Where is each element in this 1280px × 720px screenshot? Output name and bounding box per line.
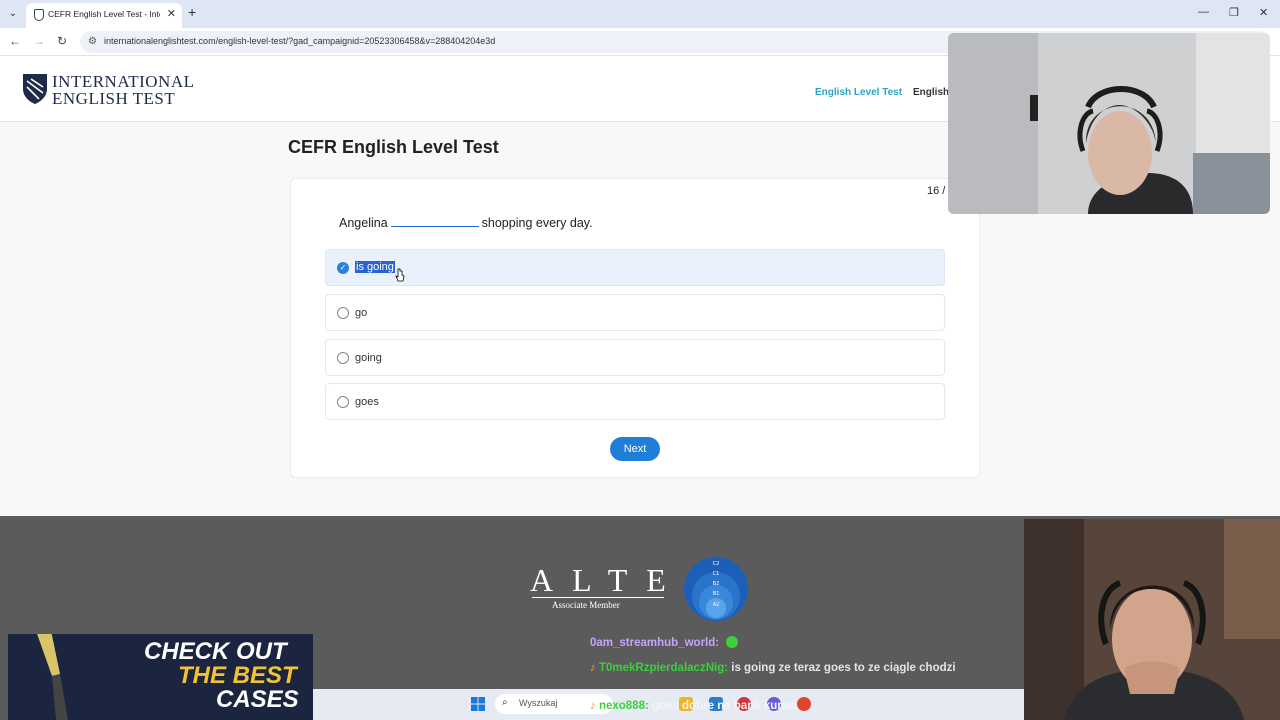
screen: ⌄ CEFR English Level Test - Intern ✕ + —… — [0, 0, 1280, 720]
browser-tab-active[interactable]: CEFR English Level Test - Intern ✕ — [26, 3, 182, 28]
new-tab-icon[interactable]: + — [188, 4, 196, 20]
answer-label: goes — [355, 396, 379, 408]
mouse-pointer-icon — [395, 268, 405, 282]
chat-text: is going ze teraz goes to ze ciągle chod… — [731, 662, 956, 674]
shield-favicon-icon — [34, 9, 44, 21]
radio-icon[interactable] — [337, 352, 349, 364]
emote-icon — [726, 636, 739, 648]
answer-label: going — [355, 352, 382, 364]
streamer-webcam-overlay — [948, 33, 1270, 214]
site-info-icon[interactable]: ⚙ — [88, 36, 97, 47]
answer-option-goes[interactable]: goes — [325, 383, 945, 420]
alte-divider — [532, 597, 664, 598]
answer-option-going[interactable]: going — [325, 339, 945, 376]
minimize-icon[interactable]: — — [1198, 6, 1209, 18]
site-logo-text[interactable]: INTERNATIONAL ENGLISH TEST — [52, 73, 194, 107]
checkmark-icon[interactable]: ✓ — [337, 262, 349, 274]
question-text: Angelina shopping every day. — [339, 216, 593, 230]
answer-option-go[interactable]: go — [325, 294, 945, 331]
alte-subtitle: Associate Member — [552, 600, 620, 610]
alte-logo-text: ALTE — [530, 562, 685, 598]
cefr-level-b2: B2 — [713, 581, 720, 587]
url-text[interactable]: internationalenglishtest.com/english-lev… — [104, 36, 495, 46]
cefr-level-a2: A2 — [713, 602, 720, 608]
guest-webcam-overlay — [1024, 519, 1280, 720]
forward-icon[interactable]: → — [33, 34, 45, 48]
cefr-level-c1: C1 — [713, 571, 720, 577]
browser-tab-bar: ⌄ CEFR English Level Test - Intern ✕ + —… — [0, 0, 1280, 28]
tab-close-icon[interactable]: ✕ — [167, 7, 176, 20]
cefr-level-b1: B1 — [713, 591, 720, 597]
cases-promo-banner: CHECK OUT THE BEST CASES — [8, 634, 313, 720]
question-progress: 16 / — [927, 185, 946, 197]
question-before: Angelina — [339, 216, 388, 230]
shield-logo-icon[interactable] — [22, 73, 48, 105]
answer-label: go — [355, 307, 368, 319]
question-after: shopping every day. — [481, 216, 593, 230]
chrome-icon[interactable] — [797, 697, 811, 711]
tab-search-icon[interactable]: ⌄ — [6, 7, 20, 21]
nav-english-level-test[interactable]: English Level Test — [815, 87, 902, 98]
next-button[interactable]: Next — [610, 437, 660, 461]
nav-english[interactable]: English — [913, 87, 949, 98]
chat-message: ♪ T0mekRzpierdalaczNig: is going ze tera… — [590, 660, 970, 677]
cefr-levels-badge-icon: C2 C1 B2 B1 A2 — [684, 557, 748, 621]
question-blank — [390, 217, 479, 227]
reload-icon[interactable]: ↻ — [57, 34, 67, 48]
radio-icon[interactable] — [337, 396, 349, 408]
chat-username: T0mekRzpierdalaczNig: — [598, 662, 729, 674]
window-close-icon[interactable]: ✕ — [1259, 6, 1268, 19]
logo-line-2: ENGLISH TEST — [52, 89, 176, 108]
answer-option-is-going[interactable]: ✓ is going — [325, 249, 945, 286]
search-icon: ⌕ — [502, 697, 508, 708]
radio-icon[interactable] — [337, 307, 349, 319]
cefr-level-c2: C2 — [713, 561, 720, 567]
restore-icon[interactable]: ❐ — [1229, 6, 1239, 19]
windows-start-icon[interactable] — [471, 697, 485, 711]
webcam-person-image — [948, 33, 1270, 214]
chat-badge-icon: ♪ — [590, 700, 599, 712]
chat-badge-icon: ♪ — [590, 662, 599, 674]
taskbar-search-placeholder: Wyszukaj — [519, 698, 558, 708]
chat-username: 0am_streamhub_world: — [590, 637, 720, 649]
tab-title: CEFR English Level Test - Intern — [48, 9, 160, 19]
chat-message: ♪ nexo888: goes dobre na bank kurwa — [590, 700, 797, 712]
answer-label: is going — [355, 261, 395, 273]
logo-line-1: INTERNATIONAL — [52, 72, 195, 91]
chat-username: nexo888: — [598, 700, 649, 712]
webcam-person-image — [1024, 519, 1280, 720]
chat-message: 0am_streamhub_world: — [590, 636, 739, 649]
back-icon[interactable]: ← — [9, 34, 21, 48]
chat-text: goes dobre na bank kurwa — [652, 700, 798, 712]
page-title: CEFR English Level Test — [288, 137, 499, 157]
promo-line-3: CASES — [216, 686, 299, 713]
